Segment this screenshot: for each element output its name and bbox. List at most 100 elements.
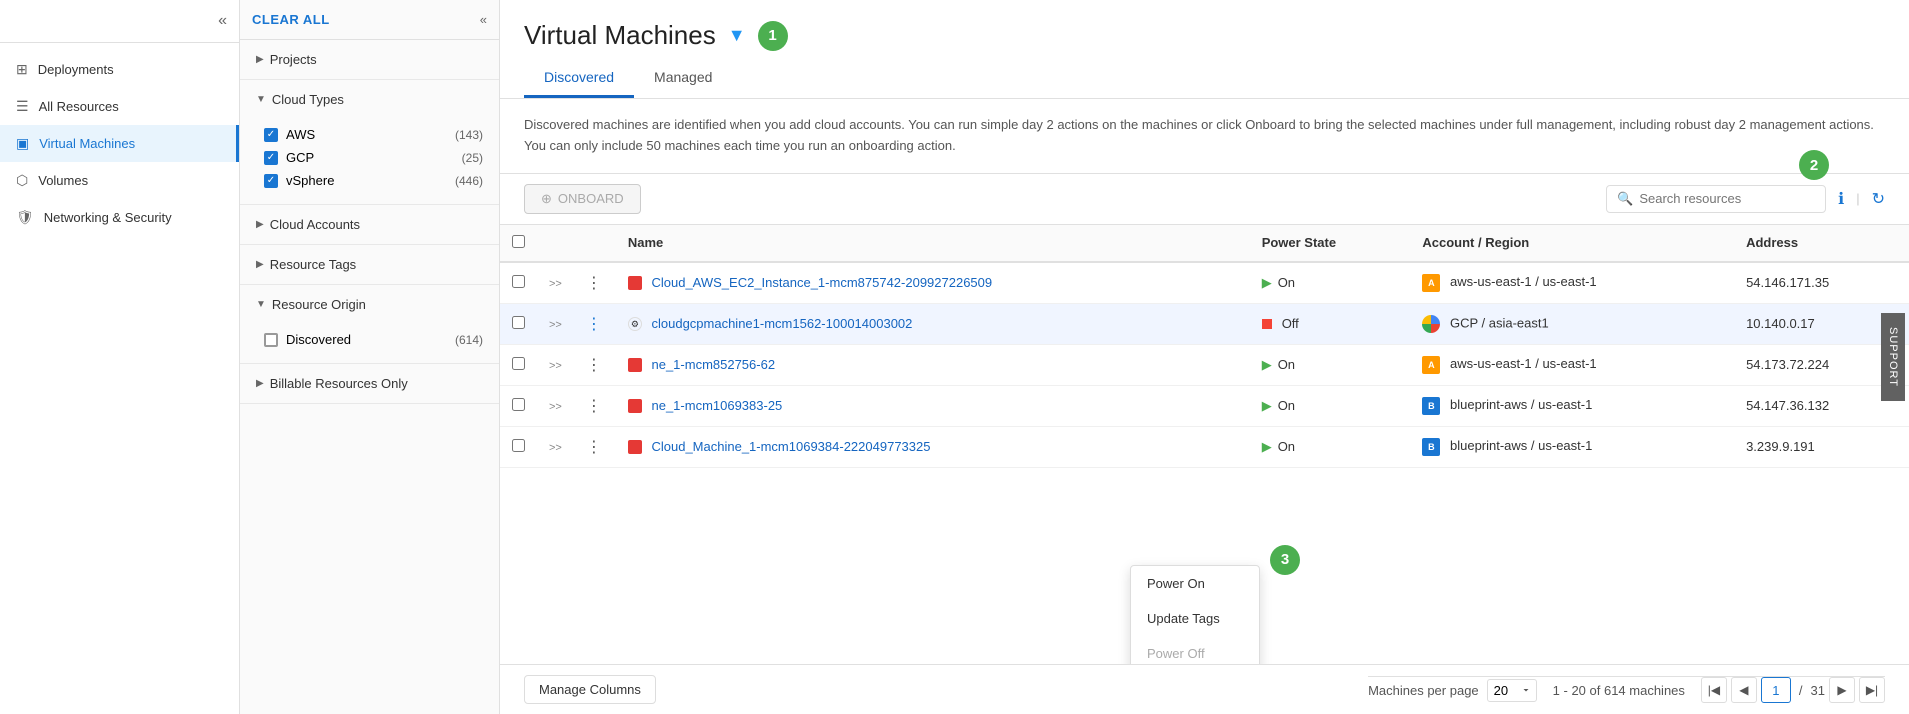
tab-managed[interactable]: Managed: [634, 59, 732, 98]
chevron-down-icon: ▼: [256, 94, 266, 105]
row-menu-icon[interactable]: ⋮: [586, 275, 604, 292]
gcp-checkbox[interactable]: ✓: [264, 151, 278, 165]
sidebar-item-networking-security[interactable]: 🛡 Networking & Security: [0, 199, 239, 236]
filter-section-resource-origin: ▼ Resource Origin Discovered (614): [240, 285, 499, 364]
row-menu-icon[interactable]: ⋮: [586, 357, 604, 374]
chevron-right-icon: ▶: [256, 54, 264, 65]
context-menu-power-on[interactable]: Power On: [1131, 566, 1259, 601]
pagination-info: 1 - 20 of 614 machines: [1553, 683, 1685, 698]
filter-item-label: vSphere: [286, 173, 334, 188]
address: 3.239.9.191: [1734, 426, 1909, 467]
badge-2: 2: [1799, 150, 1829, 180]
sidebar-item-volumes[interactable]: ⬡ Volumes: [0, 162, 239, 199]
sidebar-item-deployments[interactable]: ⊞ Deployments: [0, 51, 239, 88]
row-menu-icon[interactable]: ⋮: [586, 398, 604, 415]
info-icon[interactable]: ℹ: [1838, 189, 1844, 209]
row-menu-icon[interactable]: ⋮: [586, 316, 604, 333]
vm-name[interactable]: Cloud_AWS_EC2_Instance_1-mcm875742-20992…: [651, 275, 992, 290]
aws-logo: A: [1422, 356, 1440, 374]
prev-page-button[interactable]: ◀: [1731, 677, 1757, 703]
tab-discovered[interactable]: Discovered: [524, 59, 634, 98]
filter-section-projects-header[interactable]: ▶ Projects: [240, 40, 499, 79]
manage-columns-button[interactable]: Manage Columns: [524, 675, 656, 704]
vm-name[interactable]: cloudgcpmachine1-mcm1562-100014003002: [651, 316, 912, 331]
context-menu-update-tags[interactable]: Update Tags: [1131, 601, 1259, 636]
power-state-label: On: [1278, 357, 1295, 372]
th-account-region[interactable]: Account / Region: [1410, 225, 1734, 262]
sidebar-item-label: Virtual Machines: [39, 136, 135, 151]
search-input[interactable]: [1639, 191, 1815, 206]
sidebar-collapse-icon[interactable]: «: [218, 12, 227, 30]
filter-section-cloud-types-header[interactable]: ▼ Cloud Types: [240, 80, 499, 119]
badge-3: 3: [1270, 545, 1300, 575]
filter-section-billable: ▶ Billable Resources Only: [240, 364, 499, 404]
vm-name[interactable]: ne_1-mcm1069383-25: [651, 398, 782, 413]
networking-security-icon: 🛡: [16, 209, 34, 226]
power-state-label: On: [1278, 275, 1295, 290]
sidebar-item-virtual-machines[interactable]: ▣ Virtual Machines: [0, 125, 239, 162]
th-select-all[interactable]: [500, 225, 537, 262]
account-region: GCP / asia-east1: [1450, 315, 1549, 330]
context-menu-power-off: Power Off: [1131, 636, 1259, 664]
vm-name[interactable]: Cloud_Machine_1-mcm1069384-222049773325: [651, 439, 930, 454]
filter-panel: CLEAR ALL « ▶ Projects ▼ Cloud Types ✓ A…: [240, 0, 500, 714]
row-expand-icon[interactable]: >>: [549, 401, 562, 413]
row-checkbox[interactable]: [512, 439, 525, 452]
row-checkbox[interactable]: [512, 275, 525, 288]
account-region: aws-us-east-1 / us-east-1: [1450, 356, 1597, 371]
vsphere-checkbox[interactable]: ✓: [264, 174, 278, 188]
filter-section-resource-tags-header[interactable]: ▶ Resource Tags: [240, 245, 499, 284]
clear-all-button[interactable]: CLEAR ALL: [252, 12, 330, 27]
row-expand-icon[interactable]: >>: [549, 319, 562, 331]
row-expand-icon[interactable]: >>: [549, 360, 562, 372]
address: 54.146.171.35: [1734, 262, 1909, 304]
row-expand-icon[interactable]: >>: [549, 442, 562, 454]
row-checkbox[interactable]: [512, 357, 525, 370]
filter-section-label: Billable Resources Only: [270, 376, 408, 391]
filter-collapse-icon[interactable]: «: [480, 12, 487, 27]
th-address[interactable]: Address: [1734, 225, 1909, 262]
select-all-checkbox[interactable]: [512, 235, 525, 248]
search-box: 🔍: [1606, 185, 1826, 213]
table-header-row: Name Power State Account / Region Addres…: [500, 225, 1909, 262]
filter-section-resource-origin-header[interactable]: ▼ Resource Origin: [240, 285, 499, 324]
filter-item-label: AWS: [286, 127, 315, 142]
table-row: >> ⋮ ⚙ cloudgcpmachine1-mcm1562-10001400…: [500, 303, 1909, 344]
row-expand-icon[interactable]: >>: [549, 278, 562, 290]
vm-icon: [628, 440, 642, 454]
filter-item-aws: ✓ AWS (143): [264, 123, 483, 146]
filter-section-cloud-accounts-header[interactable]: ▶ Cloud Accounts: [240, 205, 499, 244]
filter-section-billable-header[interactable]: ▶ Billable Resources Only: [240, 364, 499, 403]
blueprint-logo: B: [1422, 397, 1440, 415]
discovered-checkbox[interactable]: [264, 333, 278, 347]
sidebar-item-label: Networking & Security: [44, 210, 172, 225]
power-off-icon: [1262, 319, 1272, 329]
current-page[interactable]: 1: [1761, 677, 1791, 703]
chevron-right-icon: ▶: [256, 219, 264, 230]
next-page-button[interactable]: ▶: [1829, 677, 1855, 703]
row-checkbox[interactable]: [512, 316, 525, 329]
gcp-logo: [1422, 315, 1440, 333]
onboard-icon: ⊕: [541, 191, 552, 207]
power-state: ▶ On: [1262, 357, 1399, 373]
onboard-button[interactable]: ⊕ ONBOARD: [524, 184, 641, 214]
support-tab[interactable]: SUPPORT: [1881, 313, 1905, 401]
row-checkbox[interactable]: [512, 398, 525, 411]
filter-funnel-icon[interactable]: ▼: [728, 25, 746, 46]
per-page-select[interactable]: 20 50 100: [1487, 679, 1537, 702]
filter-section-label: Cloud Types: [272, 92, 344, 107]
th-power-state[interactable]: Power State: [1250, 225, 1411, 262]
sidebar-item-all-resources[interactable]: ☰ All Resources: [0, 88, 239, 125]
vm-name[interactable]: ne_1-mcm852756-62: [651, 357, 775, 372]
aws-checkbox[interactable]: ✓: [264, 128, 278, 142]
th-expand: [537, 225, 574, 262]
refresh-icon[interactable]: ↻: [1872, 189, 1885, 209]
last-page-button[interactable]: ▶|: [1859, 677, 1885, 703]
th-name[interactable]: Name: [616, 225, 1250, 262]
first-page-button[interactable]: |◀: [1701, 677, 1727, 703]
filter-item-count: (446): [455, 174, 483, 188]
filter-section-projects: ▶ Projects: [240, 40, 499, 80]
power-on-icon: ▶: [1262, 398, 1272, 414]
filter-section-cloud-accounts: ▶ Cloud Accounts: [240, 205, 499, 245]
row-menu-icon[interactable]: ⋮: [586, 439, 604, 456]
